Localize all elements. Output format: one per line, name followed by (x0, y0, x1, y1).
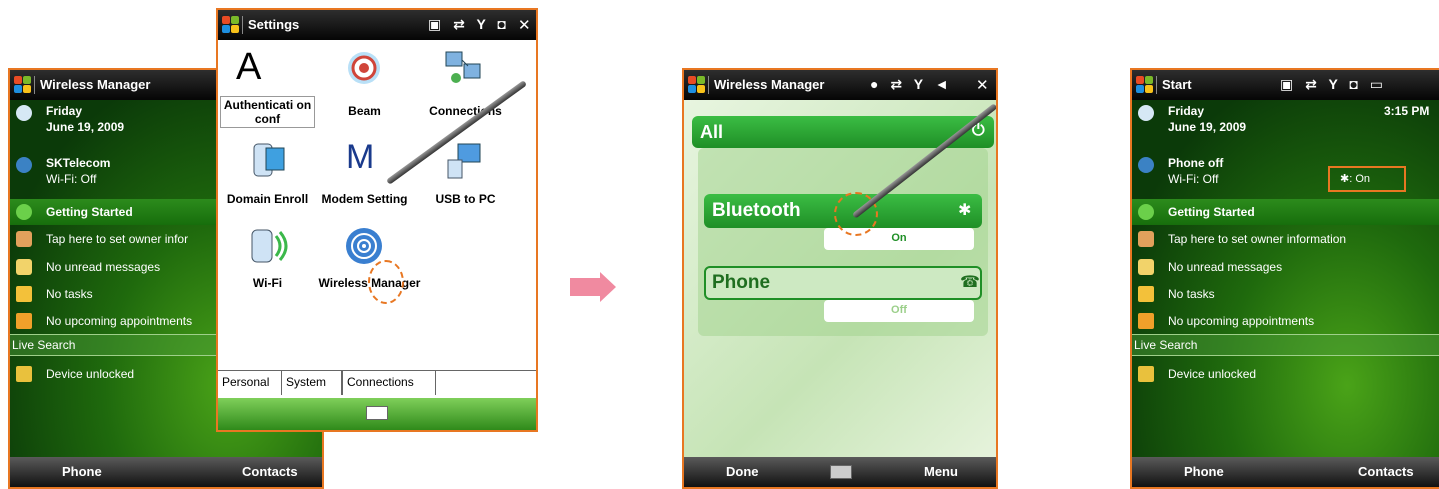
windows-logo-icon[interactable] (14, 76, 32, 94)
bluetooth-highlight-box: ✱: On (1328, 166, 1406, 192)
getting-started-icon (1138, 204, 1154, 220)
window-title: Wireless Manager (40, 77, 151, 92)
domain-enroll-icon (248, 140, 288, 180)
today-screen-start: Start ▣ ⇄ Y ◘ ▭ Friday June 19, 2009 3:15… (1130, 68, 1439, 489)
menu-softkey[interactable]: Menu (924, 464, 958, 479)
status-icons[interactable]: ▣ ⇄ Y ◘ (428, 16, 510, 33)
phone-state: Off (824, 300, 974, 322)
tap-indicator (368, 260, 404, 304)
softkey-bar: Phone Contacts (1132, 457, 1439, 487)
appointments-item[interactable]: No upcoming appointments (1132, 308, 1439, 334)
window-title: Settings (248, 17, 300, 32)
title-bar: Settings ▣ ⇄ Y ◘ ✕ (218, 10, 536, 40)
wireless-manager-icon (344, 226, 384, 266)
phone-softkey[interactable]: Phone (1184, 464, 1224, 479)
windows-logo-icon[interactable] (688, 76, 706, 94)
settings-screen: Settings ▣ ⇄ Y ◘ ✕ A Authenticati on con… (216, 8, 538, 432)
tab-personal[interactable]: Personal (218, 371, 282, 395)
bluetooth-icon: ✱ (1340, 173, 1350, 185)
done-softkey[interactable]: Done (726, 464, 759, 479)
date-item[interactable]: Friday June 19, 2009 3:15 PM (1132, 100, 1439, 148)
wifi-item[interactable]: Wi-Fi (220, 276, 315, 290)
keyboard-icon[interactable] (830, 465, 852, 479)
tab-strip: Personal System Connections (218, 370, 536, 396)
envelope-icon (16, 259, 32, 275)
close-icon[interactable]: ✕ (976, 76, 989, 94)
device-lock-item[interactable]: Device unlocked (1132, 361, 1439, 387)
connections-item[interactable]: Connections (418, 104, 513, 118)
softkey-bar: Phone Contacts (10, 457, 322, 487)
close-icon[interactable]: ✕ (518, 16, 531, 34)
domain-enroll-item[interactable]: Domain Enroll (220, 192, 315, 206)
authentication-conf-item[interactable]: Authenticati on conf (220, 96, 315, 128)
lock-icon (16, 366, 32, 382)
signal-icon (1138, 157, 1154, 173)
windows-logo-icon[interactable] (222, 16, 240, 34)
usb-to-pc-item[interactable]: USB to PC (418, 192, 513, 206)
tab-connections[interactable]: Connections (342, 371, 436, 395)
phone-icon: ☎ (960, 274, 980, 291)
person-icon (16, 231, 32, 247)
status-icons[interactable]: ▣ ⇄ Y ◘ ▭ (1280, 76, 1387, 93)
tasks-item[interactable]: No tasks (1132, 281, 1439, 307)
tab-system[interactable]: System (282, 371, 342, 395)
contacts-softkey[interactable]: Contacts (1358, 464, 1414, 479)
settings-softkey-bar (218, 398, 536, 430)
beam-item[interactable]: Beam (317, 104, 412, 118)
contacts-softkey[interactable]: Contacts (242, 464, 298, 479)
carrier-item[interactable]: Phone off Wi-Fi: Off ✱: On (1132, 152, 1439, 200)
getting-started-item[interactable]: Getting Started (1132, 199, 1439, 225)
wm-body: All ⏻ Bluetooth ✱ On Phone ☎ Off (684, 100, 996, 457)
bluetooth-icon: ✱ (958, 202, 972, 219)
wifi-icon (248, 226, 288, 266)
authentication-icon: A (236, 46, 262, 88)
envelope-icon (1138, 259, 1154, 275)
signal-icon (16, 157, 32, 173)
owner-info-item[interactable]: Tap here to set owner information (1132, 226, 1439, 252)
calendar-icon (16, 313, 32, 329)
live-search-bar[interactable]: Live Search (1132, 334, 1439, 356)
lock-icon (1138, 366, 1154, 382)
settings-icon-grid: A Authenticati on conf Beam Connections … (218, 40, 536, 370)
checkbox-icon (16, 286, 32, 302)
calendar-icon (1138, 313, 1154, 329)
person-icon (1138, 231, 1154, 247)
clock-icon (1138, 105, 1154, 121)
wireless-manager-screen: Wireless Manager ● ⇄ Y ◄ ✕ All ⏻ Bluetoo… (682, 68, 998, 489)
time-label: 3:15 PM (1384, 104, 1430, 118)
checkbox-icon (1138, 286, 1154, 302)
messages-item[interactable]: No unread messages (1132, 254, 1439, 280)
bluetooth-status: ✱: On (1340, 173, 1371, 185)
phone-softkey[interactable]: Phone (62, 464, 102, 479)
today-list: Friday June 19, 2009 3:15 PM Phone off Wi-… (1132, 100, 1439, 457)
modem-setting-item[interactable]: Modem Setting (317, 192, 412, 206)
softkey-bar: Done Menu (684, 457, 996, 487)
window-title: Wireless Manager (714, 77, 825, 92)
keyboard-icon[interactable] (366, 406, 388, 420)
getting-started-icon (16, 204, 32, 220)
title-bar: Start ▣ ⇄ Y ◘ ▭ (1132, 70, 1439, 100)
windows-logo-icon[interactable] (1136, 76, 1154, 94)
usb-icon (444, 142, 484, 182)
clock-icon (16, 105, 32, 121)
window-title: Start (1162, 77, 1192, 92)
phone-toggle[interactable]: Phone ☎ (704, 266, 982, 300)
modem-icon: M (346, 138, 375, 176)
arrow-icon (570, 272, 616, 302)
beam-icon (344, 48, 384, 88)
title-bar: Wireless Manager ● ⇄ Y ◄ ✕ (684, 70, 996, 100)
status-icons[interactable]: ● ⇄ Y ◄ (870, 76, 953, 93)
connections-icon (444, 48, 484, 88)
